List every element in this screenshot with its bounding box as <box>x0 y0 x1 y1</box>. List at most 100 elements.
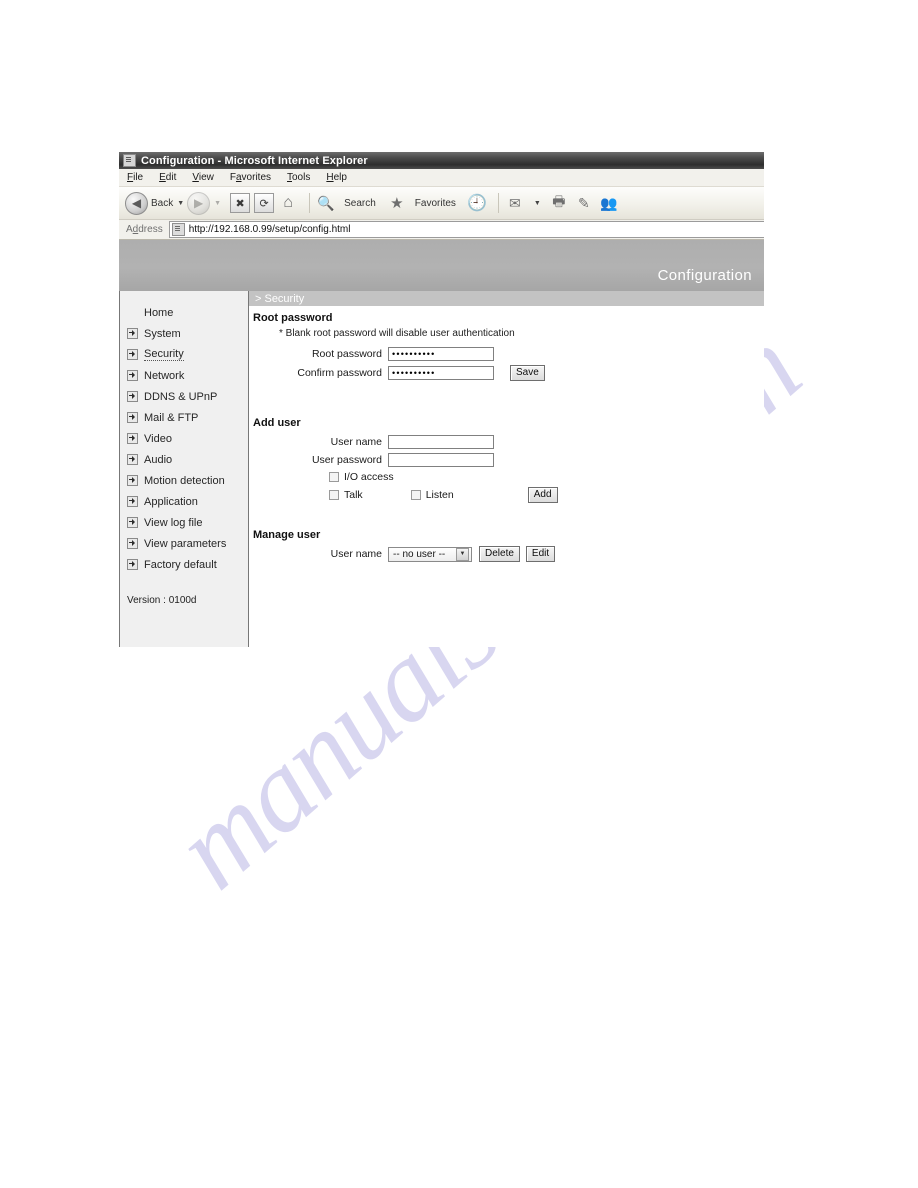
forward-arrow-icon: ▶ <box>187 191 211 215</box>
forward-dropdown-icon[interactable]: ▼ <box>214 200 221 207</box>
sidebar-item-label: Video <box>144 432 172 445</box>
arrow-bullet-icon <box>127 412 138 423</box>
sidebar-item-audio[interactable]: Audio <box>120 449 248 470</box>
edit-button[interactable]: ✎ <box>574 193 594 213</box>
search-icon: 🔍 <box>317 194 335 211</box>
print-button[interactable]: 🖶 <box>549 193 569 213</box>
confirm-password-row: Confirm password •••••••••• Save <box>253 365 764 381</box>
add-user-password-row: User password <box>253 453 764 467</box>
sidebar-item-network[interactable]: Network <box>120 365 248 386</box>
sidebar-item-label: Home <box>144 306 174 319</box>
ie-page-icon <box>123 154 136 167</box>
sidebar-item-label: Audio <box>144 453 173 466</box>
back-dropdown-icon[interactable]: ▼ <box>177 200 184 207</box>
address-label: Address <box>126 224 163 235</box>
sidebar-item-mail-ftp[interactable]: Mail & FTP <box>120 407 248 428</box>
refresh-button[interactable]: ⟳ <box>254 193 275 213</box>
back-button[interactable]: ◀ Back ▼ <box>125 191 184 215</box>
address-input[interactable]: http://192.168.0.99/setup/config.html <box>168 221 764 238</box>
edit-user-button[interactable]: Edit <box>525 546 556 562</box>
io-access-checkbox[interactable] <box>329 472 339 482</box>
add-user-password-input[interactable] <box>388 453 494 467</box>
messenger-button[interactable]: 👥 <box>599 193 619 213</box>
mail-icon: ✉ <box>509 194 521 211</box>
stop-button[interactable]: ✖ <box>230 193 251 213</box>
menu-bar: File Edit View Favorites Tools Help <box>119 169 764 187</box>
add-user-button[interactable]: Add <box>527 487 558 503</box>
menu-item-file[interactable]: File <box>127 172 143 183</box>
menu-item-tools[interactable]: Tools <box>287 172 310 183</box>
messenger-people-icon: 👥 <box>600 194 618 211</box>
refresh-icon: ⟳ <box>259 197 269 210</box>
forward-button[interactable]: ▶ ▼ <box>187 191 221 215</box>
firmware-version: Version : 0100d <box>127 595 197 606</box>
sidebar-item-view-log-file[interactable]: View log file <box>120 512 248 533</box>
arrow-bullet-icon <box>127 538 138 549</box>
sidebar-item-video[interactable]: Video <box>120 428 248 449</box>
sidebar-item-ddns-upnp[interactable]: DDNS & UPnP <box>120 386 248 407</box>
listen-checkbox[interactable] <box>410 490 421 500</box>
sidebar-item-system[interactable]: System <box>120 323 248 344</box>
root-password-input[interactable]: •••••••••• <box>388 347 494 361</box>
arrow-bullet-icon <box>127 496 138 507</box>
sidebar-item-home[interactable]: Home <box>120 302 248 323</box>
search-button[interactable]: 🔍 Search <box>316 193 375 213</box>
breadcrumb: > Security <box>249 291 764 306</box>
mail-button[interactable]: ✉ ▼ <box>505 193 541 213</box>
stop-icon: ✖ <box>235 197 245 210</box>
io-access-label: I/O access <box>344 471 394 483</box>
sidebar-item-label: Application <box>144 495 198 508</box>
talk-checkbox[interactable] <box>329 490 339 500</box>
talk-listen-row: Talk Listen Add <box>329 487 764 503</box>
menu-item-favorites[interactable]: Favorites <box>230 172 271 183</box>
delete-user-button[interactable]: Delete <box>479 546 520 562</box>
favorites-button-label: Favorites <box>414 197 456 209</box>
mail-dropdown-icon[interactable]: ▼ <box>534 200 541 207</box>
manage-user-select[interactable]: -- no user -- ▼ <box>388 546 472 562</box>
manage-user-row: User name -- no user -- ▼ Delete Edit <box>253 546 764 562</box>
sidebar-item-motion-detection[interactable]: Motion detection <box>120 470 248 491</box>
confirm-password-input[interactable]: •••••••••• <box>388 366 494 380</box>
sidebar-item-label: Security <box>144 348 184 361</box>
address-bar: Address http://192.168.0.99/setup/config… <box>119 220 764 240</box>
arrow-bullet-icon <box>127 475 138 486</box>
browser-window: Configuration - Microsoft Internet Explo… <box>119 152 764 647</box>
printer-icon: 🖶 <box>552 193 566 209</box>
history-icon: 🕘 <box>466 195 487 212</box>
breadcrumb-text: > Security <box>255 292 305 305</box>
sidebar-item-label: Network <box>144 369 185 382</box>
menu-item-help[interactable]: Help <box>326 172 347 183</box>
sidebar-item-application[interactable]: Application <box>120 491 248 512</box>
sidebar-item-view-parameters[interactable]: View parameters <box>120 533 248 554</box>
home-button[interactable]: ⌂ <box>278 193 298 213</box>
sidebar-item-label: DDNS & UPnP <box>144 390 218 403</box>
favorites-button[interactable]: ★ Favorites <box>387 193 456 213</box>
arrow-bullet-icon <box>127 433 138 444</box>
menu-item-view[interactable]: View <box>192 172 214 183</box>
sidebar-item-label: Factory default <box>144 558 217 571</box>
content-inner: Root password * Blank root password will… <box>249 306 764 562</box>
toolbar-separator-2 <box>497 193 499 213</box>
arrow-bullet-icon <box>127 559 138 570</box>
chevron-down-icon: ▼ <box>456 547 469 561</box>
history-button[interactable]: 🕘 <box>467 193 487 213</box>
root-password-note: * Blank root password will disable user … <box>279 328 515 339</box>
root-password-label: Root password <box>311 348 382 360</box>
add-user-heading: Add user <box>253 417 301 429</box>
menu-item-edit[interactable]: Edit <box>159 172 176 183</box>
save-button[interactable]: Save <box>510 365 545 381</box>
arrow-bullet-icon <box>127 370 138 381</box>
add-user-name-input[interactable] <box>388 435 494 449</box>
sidebar-item-security[interactable]: Security <box>120 344 248 365</box>
toolbar-separator-1 <box>309 193 311 213</box>
sidebar-item-factory-default[interactable]: Factory default <box>120 554 248 575</box>
page-icon <box>171 223 185 236</box>
add-user-name-row: User name <box>253 435 764 449</box>
root-password-row: Root password •••••••••• <box>253 347 764 361</box>
back-button-label: Back <box>151 197 174 209</box>
back-arrow-icon: ◀ <box>125 191 148 215</box>
manage-user-name-label: User name <box>330 548 382 560</box>
talk-label: Talk <box>344 489 363 501</box>
arrow-bullet-icon <box>127 454 138 465</box>
browser-toolbar: ◀ Back ▼ ▶ ▼ ✖ ⟳ ⌂ 🔍 Search ★ Favorites … <box>119 187 764 220</box>
